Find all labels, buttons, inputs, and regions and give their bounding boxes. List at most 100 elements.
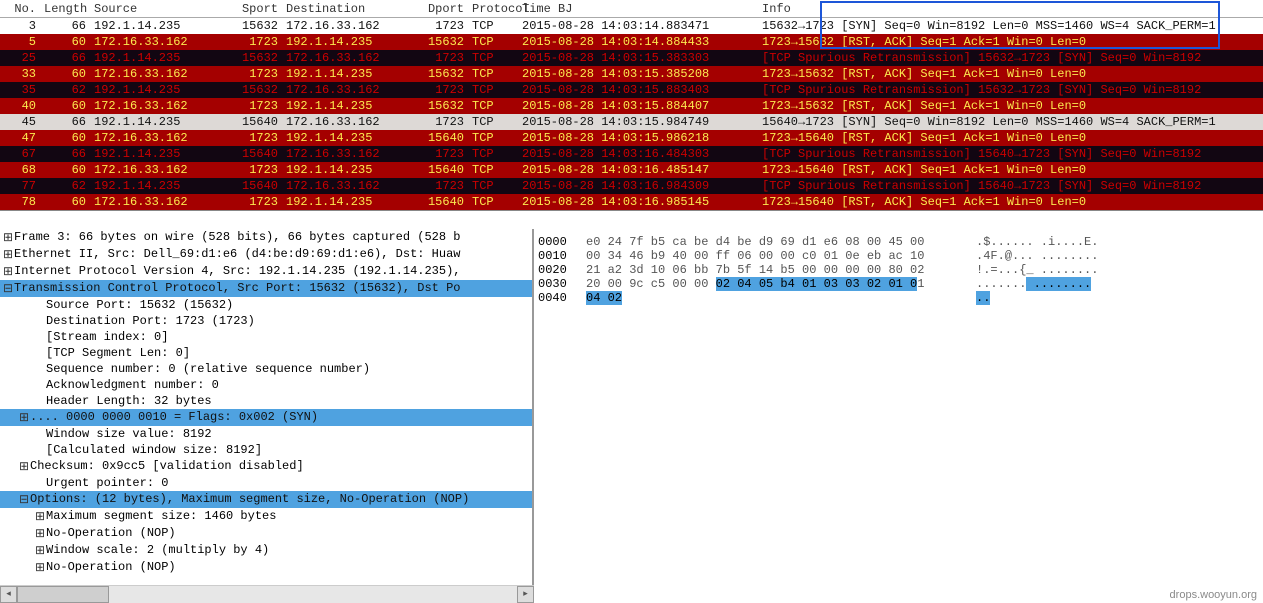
hex-ascii: !.=...{_ ........ <box>976 263 1259 277</box>
horizontal-scrollbar[interactable]: ◂ ▸ <box>0 585 534 602</box>
tree-toggle-icon <box>34 443 46 457</box>
col-sport[interactable]: Sport <box>220 0 282 17</box>
tree-label: Options: (12 bytes), Maximum segment siz… <box>30 492 469 507</box>
cell-time: 2015-08-28 14:03:16.984309 <box>518 178 758 194</box>
tree-node[interactable]: Destination Port: 1723 (1723) <box>0 313 532 329</box>
cell-dport: 1723 <box>412 114 468 130</box>
cell-proto: TCP <box>468 178 518 194</box>
packet-row[interactable]: 4760172.16.33.1621723192.1.14.23515640TC… <box>0 130 1263 146</box>
cell-len: 60 <box>40 66 90 82</box>
tree-node[interactable]: ⊞Internet Protocol Version 4, Src: 192.1… <box>0 263 532 280</box>
hex-row[interactable]: 003020 00 9c c5 00 00 02 04 05 b4 01 03 … <box>538 277 1259 291</box>
packet-row[interactable]: 4566192.1.14.23515640172.16.33.1621723TC… <box>0 114 1263 130</box>
col-proto[interactable]: Protocol <box>468 0 518 17</box>
scroll-track[interactable] <box>17 586 517 603</box>
tree-node[interactable]: Urgent pointer: 0 <box>0 475 532 491</box>
tree-node[interactable]: ⊞.... 0000 0000 0010 = Flags: 0x002 (SYN… <box>0 409 532 426</box>
cell-proto: TCP <box>468 50 518 66</box>
cell-src: 192.1.14.235 <box>90 50 220 66</box>
col-src[interactable]: Source <box>90 0 220 17</box>
tree-toggle-icon[interactable]: ⊞ <box>2 247 14 262</box>
tree-node[interactable]: [TCP Segment Len: 0] <box>0 345 532 361</box>
scroll-left-icon[interactable]: ◂ <box>0 586 17 603</box>
tree-node[interactable]: Window size value: 8192 <box>0 426 532 442</box>
scroll-right-icon[interactable]: ▸ <box>517 586 534 603</box>
tree-node[interactable]: ⊟Transmission Control Protocol, Src Port… <box>0 280 532 297</box>
hex-ascii: .4F.@... ........ <box>976 249 1259 263</box>
tree-toggle-icon[interactable]: ⊞ <box>34 509 46 524</box>
cell-no: 77 <box>0 178 40 194</box>
hex-row[interactable]: 002021 a2 3d 10 06 bb 7b 5f 14 b5 00 00 … <box>538 263 1259 277</box>
packet-row[interactable]: 6860172.16.33.1621723192.1.14.23515640TC… <box>0 162 1263 178</box>
packet-row[interactable]: 2566192.1.14.23515632172.16.33.1621723TC… <box>0 50 1263 66</box>
tree-node[interactable]: ⊞Window scale: 2 (multiply by 4) <box>0 542 532 559</box>
cell-time: 2015-08-28 14:03:16.484303 <box>518 146 758 162</box>
cell-time: 2015-08-28 14:03:15.883403 <box>518 82 758 98</box>
col-time[interactable]: Time BJ <box>518 0 758 17</box>
hex-ascii: .$...... .i....E. <box>976 235 1259 249</box>
tree-node[interactable]: Header Length: 32 bytes <box>0 393 532 409</box>
tree-node[interactable]: ⊞Ethernet II, Src: Dell_69:d1:e6 (d4:be:… <box>0 246 532 263</box>
cell-src: 172.16.33.162 <box>90 194 220 210</box>
cell-dst: 192.1.14.235 <box>282 66 412 82</box>
packet-bytes-pane[interactable]: 0000e0 24 7f b5 ca be d4 be d9 69 d1 e6 … <box>534 229 1263 599</box>
packet-list-header[interactable]: No. Length Source Sport Destination Dpor… <box>0 0 1263 18</box>
tree-node[interactable]: ⊞No-Operation (NOP) <box>0 559 532 576</box>
col-no[interactable]: No. <box>0 0 40 17</box>
tree-toggle-icon[interactable]: ⊞ <box>18 410 30 425</box>
col-dport[interactable]: Dport <box>412 0 468 17</box>
tree-toggle-icon[interactable]: ⊞ <box>34 526 46 541</box>
tree-toggle-icon[interactable]: ⊞ <box>18 459 30 474</box>
cell-info: [TCP Spurious Retransmission] 15640→1723… <box>758 146 1263 162</box>
cell-no: 33 <box>0 66 40 82</box>
hex-row[interactable]: 001000 34 46 b9 40 00 ff 06 00 00 c0 01 … <box>538 249 1259 263</box>
tree-toggle-icon[interactable]: ⊟ <box>2 281 14 296</box>
col-dst[interactable]: Destination <box>282 0 412 17</box>
packet-row[interactable]: 4060172.16.33.1621723192.1.14.23515632TC… <box>0 98 1263 114</box>
tree-toggle-icon[interactable]: ⊞ <box>34 543 46 558</box>
col-len[interactable]: Length <box>40 0 90 17</box>
tree-node[interactable]: ⊞No-Operation (NOP) <box>0 525 532 542</box>
cell-no: 47 <box>0 130 40 146</box>
packet-list[interactable]: No. Length Source Sport Destination Dpor… <box>0 0 1263 211</box>
tree-label: .... 0000 0000 0010 = Flags: 0x002 (SYN) <box>30 410 318 425</box>
hex-ascii: .. <box>976 291 1259 305</box>
packet-details-pane[interactable]: ⊞Frame 3: 66 bytes on wire (528 bits), 6… <box>0 229 534 599</box>
cell-info: 15632→1723 [SYN] Seq=0 Win=8192 Len=0 MS… <box>758 18 1263 34</box>
scroll-thumb[interactable] <box>17 586 109 603</box>
cell-src: 192.1.14.235 <box>90 18 220 34</box>
tree-node[interactable]: [Calculated window size: 8192] <box>0 442 532 458</box>
cell-len: 60 <box>40 130 90 146</box>
packet-row[interactable]: 3360172.16.33.1621723192.1.14.23515632TC… <box>0 66 1263 82</box>
tree-node[interactable]: ⊞Checksum: 0x9cc5 [validation disabled] <box>0 458 532 475</box>
packet-row[interactable]: 3562192.1.14.23515632172.16.33.1621723TC… <box>0 82 1263 98</box>
tree-label: Source Port: 15632 (15632) <box>46 298 233 312</box>
hex-row[interactable]: 004004 02.. <box>538 291 1259 305</box>
hex-row[interactable]: 0000e0 24 7f b5 ca be d4 be d9 69 d1 e6 … <box>538 235 1259 249</box>
cell-dst: 172.16.33.162 <box>282 178 412 194</box>
tree-node[interactable]: Sequence number: 0 (relative sequence nu… <box>0 361 532 377</box>
cell-dst: 172.16.33.162 <box>282 18 412 34</box>
hex-offset: 0010 <box>538 249 586 263</box>
packet-row[interactable]: 7762192.1.14.23515640172.16.33.1621723TC… <box>0 178 1263 194</box>
tree-toggle-icon[interactable]: ⊞ <box>34 560 46 575</box>
cell-src: 192.1.14.235 <box>90 114 220 130</box>
cell-time: 2015-08-28 14:03:15.884407 <box>518 98 758 114</box>
cell-sport: 1723 <box>220 194 282 210</box>
tree-toggle-icon[interactable]: ⊟ <box>18 492 30 507</box>
cell-sport: 15632 <box>220 82 282 98</box>
packet-row[interactable]: 7860172.16.33.1621723192.1.14.23515640TC… <box>0 194 1263 210</box>
packet-row[interactable]: 6766192.1.14.23515640172.16.33.1621723TC… <box>0 146 1263 162</box>
tree-node[interactable]: Acknowledgment number: 0 <box>0 377 532 393</box>
tree-node[interactable]: [Stream index: 0] <box>0 329 532 345</box>
cell-len: 60 <box>40 98 90 114</box>
tree-toggle-icon[interactable]: ⊞ <box>2 230 14 245</box>
packet-row[interactable]: 366192.1.14.23515632172.16.33.1621723TCP… <box>0 18 1263 34</box>
tree-node[interactable]: ⊞Frame 3: 66 bytes on wire (528 bits), 6… <box>0 229 532 246</box>
packet-row[interactable]: 560172.16.33.1621723192.1.14.23515632TCP… <box>0 34 1263 50</box>
tree-node[interactable]: ⊞Maximum segment size: 1460 bytes <box>0 508 532 525</box>
tree-node[interactable]: Source Port: 15632 (15632) <box>0 297 532 313</box>
col-info[interactable]: Info <box>758 0 1263 17</box>
tree-node[interactable]: ⊟Options: (12 bytes), Maximum segment si… <box>0 491 532 508</box>
tree-toggle-icon[interactable]: ⊞ <box>2 264 14 279</box>
